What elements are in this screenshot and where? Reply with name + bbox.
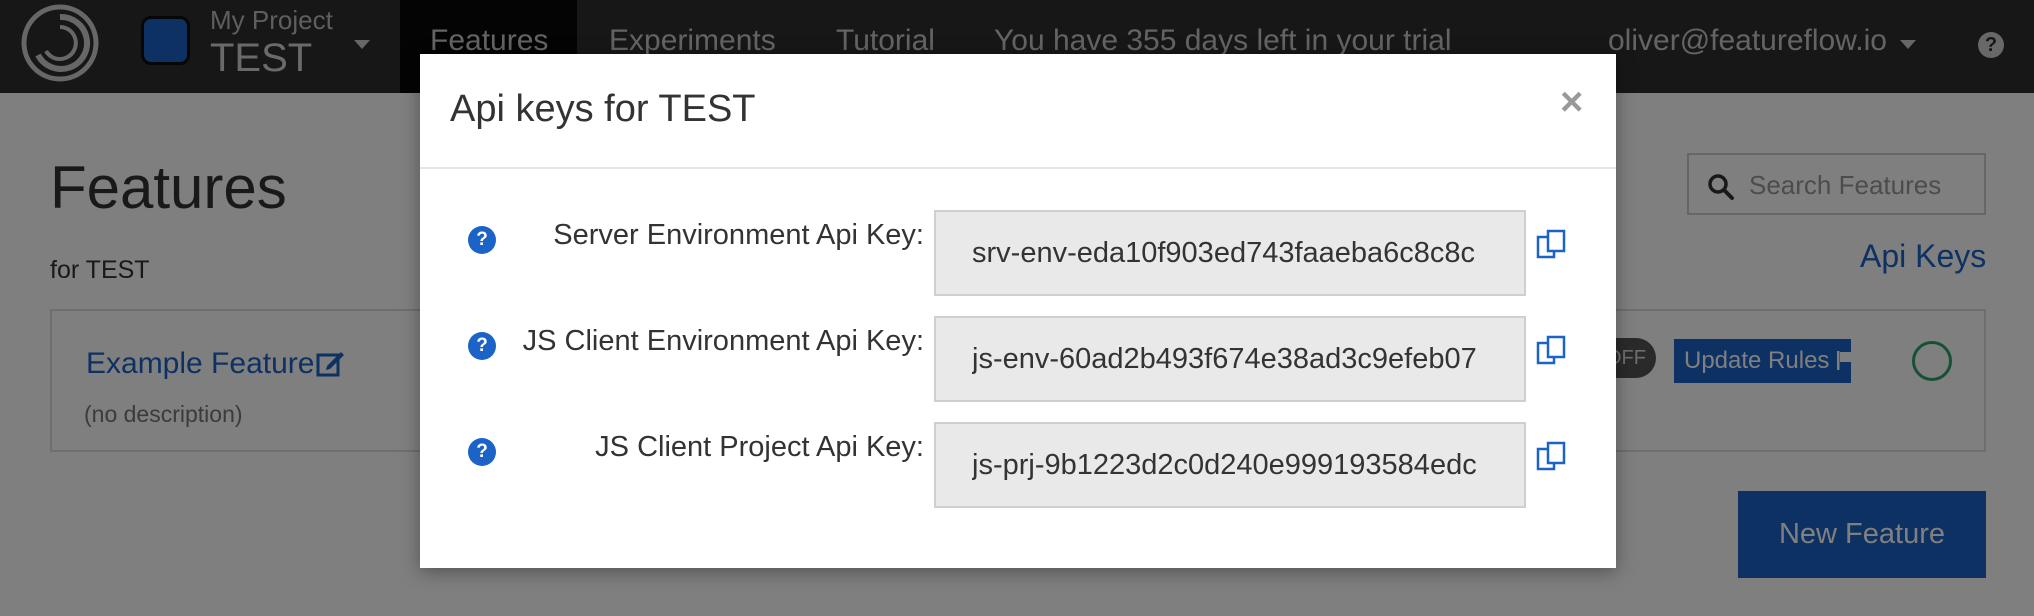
copy-icon[interactable]: [1535, 440, 1569, 474]
js-client-env-api-key-input[interactable]: [936, 318, 1524, 400]
api-key-label: JS Client Project Api Key:: [595, 431, 924, 463]
api-keys-modal: Api keys for TEST × ? Server Environment…: [420, 54, 1616, 568]
close-icon[interactable]: ×: [1560, 80, 1583, 125]
question-circle-icon[interactable]: ?: [468, 332, 496, 360]
api-key-label: JS Client Environment Api Key:: [522, 325, 924, 357]
api-key-row-js-env: ? JS Client Environment Api Key:: [420, 316, 1616, 402]
api-key-field: [934, 210, 1526, 296]
modal-title: Api keys for TEST: [450, 88, 756, 130]
server-env-api-key-input[interactable]: [936, 212, 1524, 294]
api-key-row-server: ? Server Environment Api Key:: [420, 210, 1616, 296]
api-key-field: [934, 316, 1526, 402]
copy-icon[interactable]: [1535, 334, 1569, 368]
api-key-row-js-project: ? JS Client Project Api Key:: [420, 422, 1616, 508]
js-client-project-api-key-input[interactable]: [936, 424, 1524, 506]
question-circle-icon[interactable]: ?: [468, 438, 496, 466]
modal-header: Api keys for TEST ×: [420, 54, 1616, 169]
api-key-field: [934, 422, 1526, 508]
api-key-label: Server Environment Api Key:: [553, 219, 924, 251]
copy-icon[interactable]: [1535, 228, 1569, 262]
question-circle-icon[interactable]: ?: [468, 226, 496, 254]
